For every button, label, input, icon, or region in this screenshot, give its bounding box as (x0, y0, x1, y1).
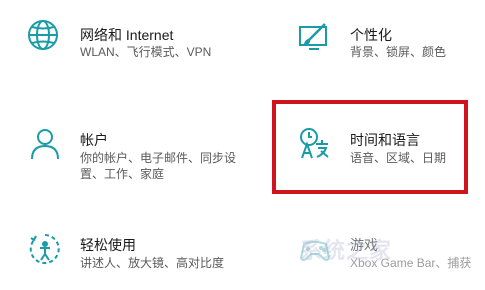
tile-description: 讲述人、放大镜、高对比度 (80, 256, 225, 270)
ease-of-access-icon (28, 232, 62, 266)
tile-description: 你的帐户、电子邮件、同步设置、工作、家庭 (80, 151, 237, 181)
tile-title: 个性化 (350, 27, 392, 43)
tile-title: 轻松使用 (80, 237, 136, 253)
tile-title: 帐户 (80, 132, 108, 148)
highlight-box (272, 100, 468, 194)
tile-title: 网络和 Internet (80, 27, 174, 43)
personalization-icon (297, 20, 331, 54)
watermark: 系统之家 (300, 238, 393, 263)
tile-description: 背景、锁屏、颜色 (350, 45, 447, 59)
globe-icon (26, 18, 60, 52)
tile-description: WLAN、飞行模式、VPN (80, 45, 212, 59)
person-icon (28, 126, 62, 160)
